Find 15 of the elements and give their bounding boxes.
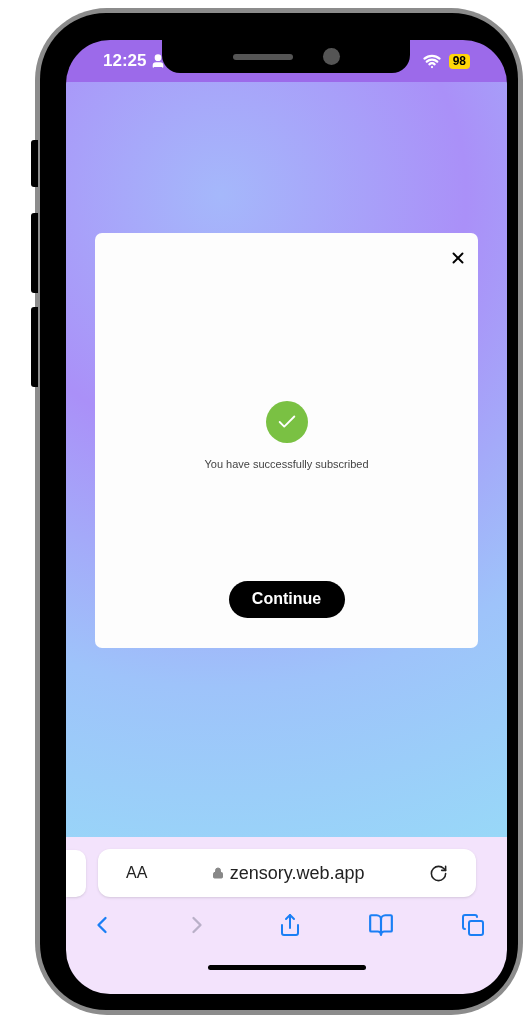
wifi-icon (422, 52, 441, 70)
url-text: zensory.web.app (229, 861, 365, 885)
check-icon (265, 401, 308, 443)
status-time: 12:25 (103, 50, 147, 73)
tabs-icon[interactable] (461, 913, 485, 937)
success-message: You have successfully subscribed (204, 457, 369, 472)
battery-level: 98 (448, 53, 470, 69)
camera-lens (322, 48, 340, 65)
address-bar[interactable]: AA zensory.web.app (98, 849, 476, 897)
continue-button[interactable]: Continue (228, 580, 345, 618)
text-size-button[interactable]: AA (126, 861, 148, 885)
reload-icon[interactable] (429, 863, 448, 883)
bookmarks-icon[interactable] (368, 912, 395, 938)
lock-icon (211, 867, 224, 879)
speaker-grille (232, 53, 293, 60)
